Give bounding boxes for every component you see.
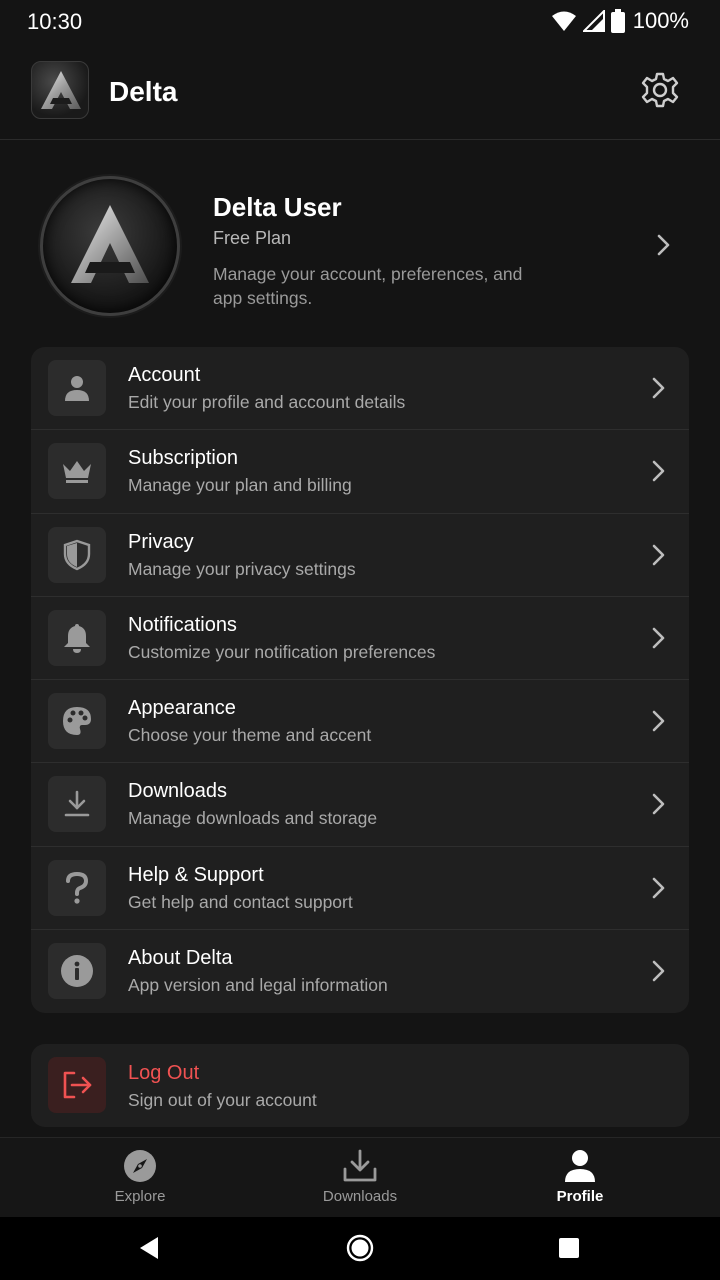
- bottom-nav: Explore Downloads Profile: [0, 1137, 720, 1217]
- profile-plan: Free Plan: [213, 228, 292, 248]
- profile-screen: 10:30 100% Delta Delta User Free Plan Ma…: [0, 0, 720, 1280]
- menu-item-subtitle: App version and legal information: [128, 974, 388, 995]
- logout-subtitle: Sign out of your account: [128, 1090, 317, 1110]
- chevron-right-icon: [647, 707, 669, 735]
- app-logo: [31, 61, 89, 119]
- menu-item-title: Account: [128, 364, 201, 386]
- menu-item-subtitle: Get help and contact support: [128, 891, 353, 912]
- info-icon: [48, 942, 106, 999]
- back-button[interactable]: [134, 1235, 164, 1265]
- cell-signal-icon: [582, 10, 605, 32]
- nav-label: Profile: [556, 1188, 604, 1205]
- settings-button[interactable]: [638, 70, 682, 114]
- menu-item-subscription[interactable]: Subscription Manage your plan and billin…: [31, 430, 689, 514]
- nav-tab-explore[interactable]: Explore: [60, 1138, 220, 1218]
- nav-label: Explore: [114, 1188, 166, 1205]
- chevron-right-icon: [647, 374, 669, 402]
- battery-percent: 100%: [632, 8, 689, 33]
- chevron-right-icon: [647, 957, 669, 985]
- battery-icon: [610, 9, 625, 33]
- chevron-right-icon: [647, 790, 669, 818]
- menu-item-subtitle: Manage your plan and billing: [128, 475, 352, 496]
- nav-label: Downloads: [322, 1188, 398, 1205]
- nav-tab-profile[interactable]: Profile: [500, 1138, 660, 1218]
- profile-name: Delta User: [213, 192, 342, 222]
- avatar: [40, 176, 180, 316]
- nav-tab-downloads[interactable]: Downloads: [280, 1138, 440, 1218]
- person-icon: [564, 1148, 596, 1184]
- menu-item-account[interactable]: Account Edit your profile and account de…: [31, 347, 689, 431]
- menu-item-title: Appearance: [128, 697, 236, 719]
- menu-item-subtitle: Edit your profile and account details: [128, 392, 406, 412]
- menu-item-title: Help & Support: [128, 863, 264, 886]
- menu-item-title: Subscription: [128, 447, 239, 470]
- profile-header[interactable]: Delta User Free Plan Manage your account…: [0, 170, 720, 330]
- menu-item-about-delta[interactable]: About Delta App version and legal inform…: [31, 930, 689, 1013]
- home-circle-icon: [346, 1234, 374, 1267]
- menu-item-privacy[interactable]: Privacy Manage your privacy settings: [31, 514, 689, 597]
- crown-icon: [48, 443, 106, 500]
- profile-description: Manage your account, preferences, and ap…: [213, 264, 523, 308]
- home-button[interactable]: [345, 1234, 375, 1267]
- system-nav-bar: [0, 1217, 720, 1280]
- chevron-right-icon: [650, 230, 676, 260]
- menu-item-subtitle: Manage downloads and storage: [128, 808, 378, 829]
- app-title: Delta: [109, 76, 178, 107]
- menu-item-title: About Delta: [128, 946, 233, 969]
- compass-icon: [123, 1148, 157, 1184]
- palette-icon: [48, 693, 106, 749]
- menu-item-notifications[interactable]: Notifications Customize your notificatio…: [31, 597, 689, 680]
- person-icon: [48, 360, 106, 416]
- menu-item-help-support[interactable]: Help & Support Get help and contact supp…: [31, 847, 689, 930]
- wifi-icon: [551, 10, 577, 32]
- menu-item-downloads[interactable]: Downloads Manage downloads and storage: [31, 763, 689, 847]
- bell-icon: [48, 609, 106, 666]
- chevron-right-icon: [647, 457, 669, 485]
- gear-icon: [641, 71, 679, 114]
- menu-item-subtitle: Manage your privacy settings: [128, 558, 356, 579]
- logout-button[interactable]: Log Out Sign out of your account: [31, 1044, 689, 1127]
- back-triangle-icon: [138, 1236, 160, 1265]
- status-icons: 100%: [551, 8, 689, 34]
- shield-icon: [48, 526, 106, 583]
- logout-title: Log Out: [128, 1062, 200, 1084]
- chevron-right-icon: [647, 874, 669, 902]
- settings-menu: Account Edit your profile and account de…: [31, 347, 689, 1013]
- status-time: 10:30: [27, 9, 83, 34]
- logout-icon: [48, 1057, 106, 1113]
- question-icon: [48, 859, 106, 916]
- menu-item-title: Downloads: [128, 780, 227, 803]
- menu-item-subtitle: Choose your theme and accent: [128, 725, 372, 745]
- app-bar: Delta: [0, 52, 720, 140]
- menu-item-appearance[interactable]: Appearance Choose your theme and accent: [31, 680, 689, 764]
- chevron-right-icon: [647, 624, 669, 652]
- chevron-right-icon: [647, 541, 669, 569]
- menu-item-title: Notifications: [128, 613, 237, 636]
- recents-square-icon: [558, 1237, 580, 1264]
- download-icon: [48, 776, 106, 833]
- menu-item-title: Privacy: [128, 530, 194, 553]
- status-bar: 10:30 100%: [0, 0, 720, 44]
- download-icon: [342, 1148, 378, 1184]
- menu-item-subtitle: Customize your notification preferences: [128, 641, 436, 662]
- recents-button[interactable]: [554, 1235, 584, 1265]
